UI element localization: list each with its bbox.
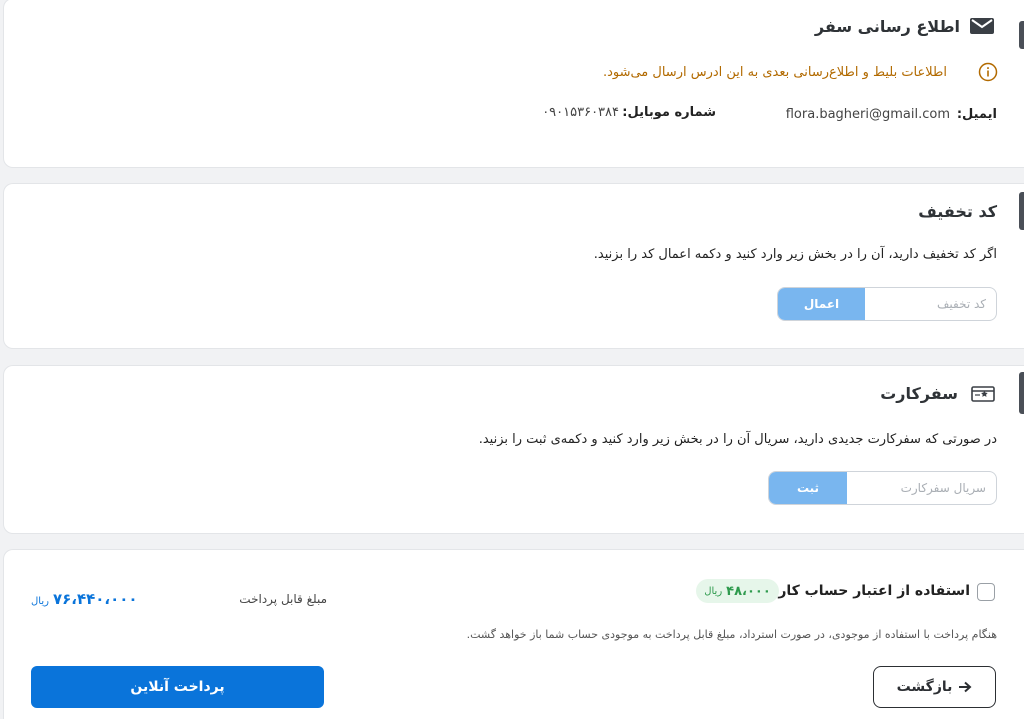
section-marker — [1019, 372, 1024, 414]
discount-code-input[interactable] — [863, 288, 996, 320]
submit-safarcard-button[interactable]: ثبت — [769, 472, 847, 504]
arrow-right-icon — [959, 681, 972, 693]
discount-description: اگر کد تخفیف دارید، آن را در بخش زیر وار… — [593, 247, 997, 262]
notification-title: اطلاع رسانی سفر — [814, 17, 960, 36]
discount-card: کد تخفیف اگر کد تخفیف دارید، آن را در بخ… — [3, 183, 1024, 349]
mobile-label: شماره موبایل: — [622, 105, 716, 120]
discount-title: کد تخفیف — [918, 202, 997, 221]
ticket-card-icon — [971, 386, 995, 402]
discount-input-group: اعمال — [777, 287, 997, 321]
envelope-icon — [970, 18, 994, 34]
payable-currency: ریال — [31, 596, 49, 607]
safarcard-input-group: ثبت — [768, 471, 997, 505]
back-button[interactable]: بازگشت — [873, 666, 996, 708]
email-value: flora.bagheri@gmail.com — [785, 107, 950, 122]
safarcard-serial-input[interactable] — [845, 472, 996, 504]
section-marker — [1019, 21, 1024, 49]
payment-card: استفاده از اعتبار حساب کاربری ۴۸،۰۰۰ ریا… — [3, 549, 1024, 719]
info-icon — [978, 62, 998, 82]
credit-badge: ۴۸،۰۰۰ ریال — [696, 579, 779, 603]
refund-note: هنگام پرداخت با استفاده از موجودی، در صو… — [466, 628, 997, 641]
email-label: ایمیل: — [956, 107, 997, 122]
safarcard-title: سفرکارت — [880, 384, 958, 403]
notification-card: اطلاع رسانی سفر اطلاعات بلیط و اطلاع‌رسا… — [3, 0, 1024, 168]
use-credit-label[interactable]: استفاده از اعتبار حساب کاربری — [752, 583, 970, 599]
credit-currency: ریال — [704, 585, 723, 597]
online-payment-button[interactable]: پرداخت آنلاین — [31, 666, 324, 708]
mobile-value: ۰۹۰۱۵۳۶۰۳۸۴ — [542, 105, 619, 120]
use-credit-checkbox[interactable] — [977, 583, 995, 601]
payable-amount: ۷۶،۴۴۰،۰۰۰ — [52, 590, 138, 608]
section-marker — [1019, 192, 1024, 230]
credit-amount: ۴۸،۰۰۰ — [726, 583, 771, 599]
apply-discount-button[interactable]: اعمال — [778, 288, 865, 320]
safarcard-card: سفرکارت در صورتی که سفرکارت جدیدی دارید،… — [3, 365, 1024, 534]
notification-info-text: اطلاعات بلیط و اطلاع‌رسانی بعدی به این ا… — [602, 65, 947, 80]
back-button-label: بازگشت — [896, 679, 953, 695]
payable-amount-wrap: ۷۶،۴۴۰،۰۰۰ ریال — [31, 590, 138, 608]
payable-label: مبلغ قابل پرداخت — [239, 592, 327, 606]
safarcard-description: در صورتی که سفرکارت جدیدی دارید، سریال آ… — [478, 432, 997, 447]
